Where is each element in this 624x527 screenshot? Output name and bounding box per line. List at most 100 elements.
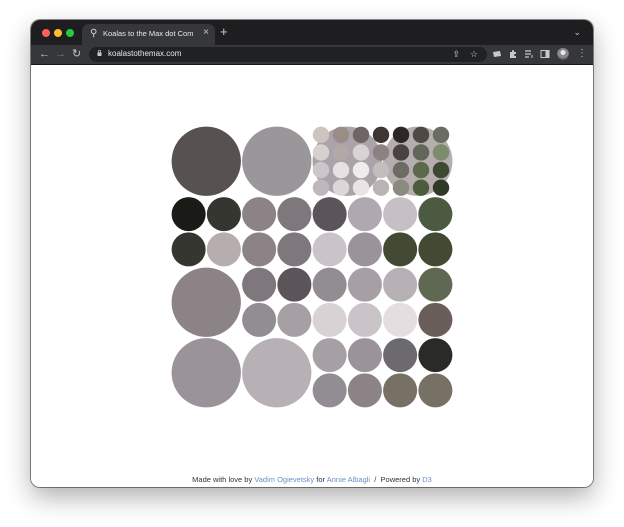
sidebar-icon[interactable] [540,49,550,59]
mosaic-circle[interactable] [171,197,206,232]
footer-for: for [316,475,326,484]
mosaic-circle[interactable] [347,232,382,267]
mosaic-circle[interactable] [347,373,382,408]
forward-button[interactable]: → [55,47,66,61]
recipient-link[interactable]: Annie Albagli [327,475,370,484]
reading-list-icon[interactable] [524,49,534,59]
mosaic-fine-dot[interactable] [352,161,370,179]
mosaic-fine-dot[interactable] [432,161,450,179]
mosaic-circle[interactable] [383,232,418,267]
mosaic-circle[interactable] [347,197,382,232]
mosaic-circle[interactable] [312,338,347,373]
mosaic-circle[interactable] [206,197,241,232]
mosaic-circle[interactable] [312,267,347,302]
mosaic-circle[interactable] [418,373,453,408]
minimize-window-button[interactable] [54,29,62,37]
mosaic-fine-dot[interactable] [432,144,450,161]
back-button[interactable]: ← [39,47,50,61]
mosaic-fine-dot[interactable] [312,161,330,179]
mosaic-fine-dot[interactable] [392,126,410,144]
mosaic-fine-dot[interactable] [312,144,330,161]
mosaic-fine-dot[interactable] [372,161,390,179]
mosaic-circle[interactable] [242,232,277,267]
mosaic-circle[interactable] [277,197,312,232]
mosaic-fine-dot[interactable] [432,179,450,196]
tab-koalas[interactable]: ⚲ Koalas to the Max dot Com × [82,24,215,45]
mosaic-fine-dot[interactable] [352,179,370,196]
footer-made-with-love: Made with love by [192,475,253,484]
close-window-button[interactable] [42,29,50,37]
tab-search-chevron-icon[interactable]: ⌄ [573,27,581,38]
mosaic-fine-dot[interactable] [432,126,450,144]
url-text: koalastothemax.com [108,49,182,58]
mosaic-circle[interactable] [383,267,418,302]
mosaic-fine-dot[interactable] [372,126,390,144]
mosaic-circle[interactable] [171,126,241,196]
mosaic-fine-dot[interactable] [312,179,330,196]
mosaic-circle[interactable] [242,126,312,196]
mosaic-circle[interactable] [312,373,347,408]
mosaic-fine-dot[interactable] [372,144,390,161]
mosaic-fine-dot[interactable] [352,126,370,144]
mosaic-circle[interactable] [312,197,347,232]
mosaic-circle[interactable] [418,197,453,232]
mosaic-circle[interactable] [312,302,347,337]
page-content: Made with love by Vadim Ogievetsky for A… [31,65,593,487]
mosaic-circle[interactable] [383,197,418,232]
mosaic-circle[interactable] [242,267,277,302]
close-tab-icon[interactable]: × [203,27,209,39]
browser-window: ⚲ Koalas to the Max dot Com × + ⌄ ← → ↻ … [31,20,593,487]
reload-button[interactable]: ↻ [72,47,81,61]
mosaic-circle[interactable] [418,302,453,337]
address-bar[interactable]: koalastothemax.com ⇪ ☆ [89,47,487,62]
mosaic-circle[interactable] [347,338,382,373]
author-link[interactable]: Vadim Ogievetsky [254,475,314,484]
maximize-window-button[interactable] [66,29,74,37]
mosaic-circle[interactable] [383,373,418,408]
extension-icon[interactable] [492,49,502,59]
lock-icon [97,50,102,56]
mosaic-fine-dot[interactable] [412,144,430,161]
mosaic-fine-dot[interactable] [392,144,410,161]
mosaic-fine-dot[interactable] [412,161,430,179]
mosaic-fine-dot[interactable] [332,126,350,144]
footer-powered-by: Powered by [380,475,421,484]
mosaic-fine-dot[interactable] [372,179,390,196]
mosaic-circle[interactable] [242,302,277,337]
mosaic-fine-dot[interactable] [332,144,350,161]
mosaic-circle[interactable] [418,267,453,302]
mosaic-circle[interactable] [418,232,453,267]
mosaic-circle[interactable] [242,197,277,232]
mosaic-fine-dot[interactable] [312,126,330,144]
mosaic-circle[interactable] [347,302,382,337]
new-tab-button[interactable]: + [220,25,228,39]
share-icon[interactable]: ⇪ [452,48,460,61]
mosaic-fine-dot[interactable] [392,179,410,196]
mosaic-circle[interactable] [347,267,382,302]
mosaic-circle[interactable] [383,338,418,373]
koala-mosaic[interactable] [171,126,453,408]
puzzle-icon[interactable] [508,49,518,59]
mosaic-circle[interactable] [171,232,206,267]
mosaic-circle[interactable] [206,232,241,267]
footer: Made with love by Vadim Ogievetsky for A… [31,475,593,484]
mosaic-circle[interactable] [242,338,312,408]
mosaic-circle[interactable] [277,302,312,337]
mosaic-circle[interactable] [277,232,312,267]
mosaic-fine-dot[interactable] [332,179,350,196]
mosaic-fine-dot[interactable] [392,161,410,179]
mosaic-circle[interactable] [171,267,241,337]
mosaic-circle[interactable] [277,267,312,302]
d3-link[interactable]: D3 [422,475,432,484]
mosaic-fine-dot[interactable] [412,179,430,196]
profile-avatar[interactable] [557,48,569,60]
mosaic-circle[interactable] [171,338,241,408]
mosaic-circle[interactable] [312,232,347,267]
menu-dots-icon[interactable]: ⋮ [577,47,587,61]
bookmark-star-icon[interactable]: ☆ [470,48,478,61]
mosaic-fine-dot[interactable] [332,161,350,179]
mosaic-circle[interactable] [418,338,453,373]
mosaic-fine-dot[interactable] [412,126,430,144]
mosaic-circle[interactable] [383,302,418,337]
mosaic-fine-dot[interactable] [352,144,370,161]
